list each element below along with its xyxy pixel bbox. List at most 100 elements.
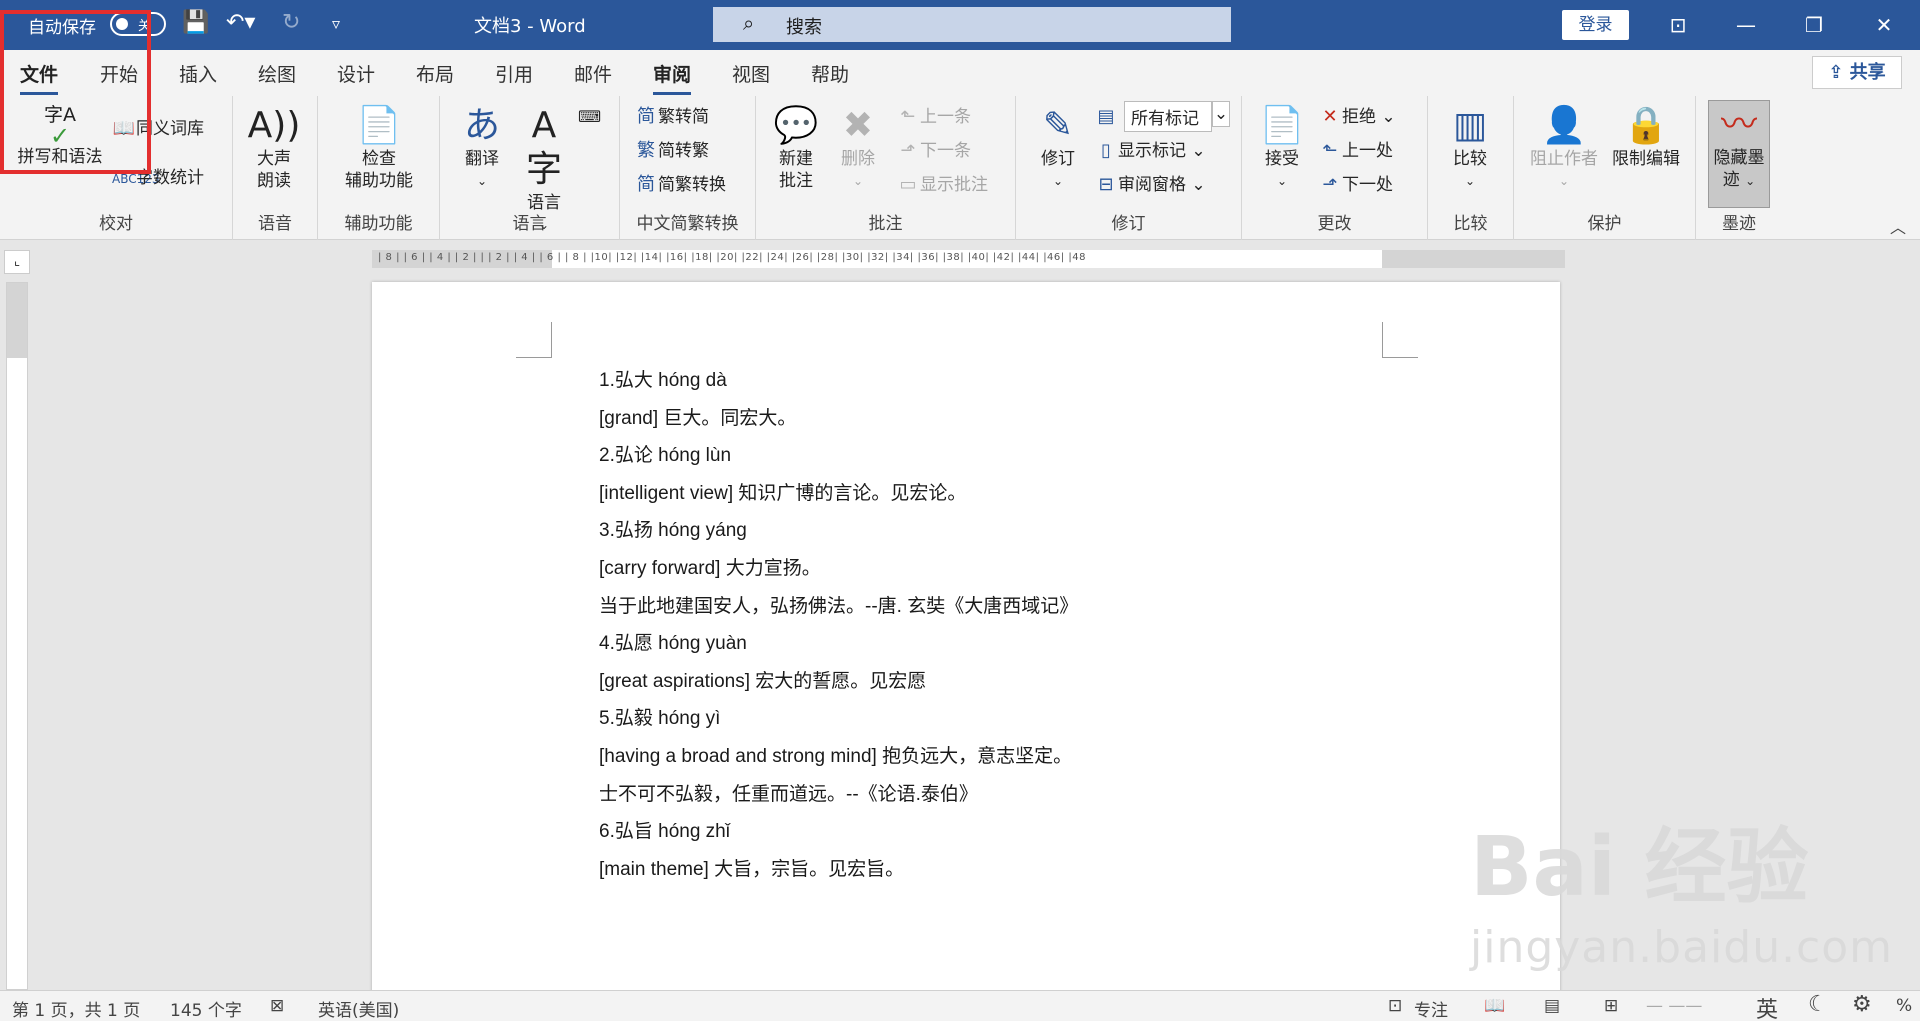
tab-design[interactable]: 设计: [337, 60, 375, 87]
language-status[interactable]: 英语(美国): [318, 996, 399, 1021]
read-aloud-button[interactable]: A)) 大声 朗读: [239, 104, 309, 192]
tab-draw[interactable]: 绘图: [258, 60, 296, 87]
group-chinese-conversion: 简繁转简 繁简转繁 简简繁转换 中文简繁转换: [620, 96, 756, 240]
reject-label: 拒绝: [1342, 107, 1376, 127]
hide-ink-button[interactable]: 〰 隐藏墨 迹 ⌄: [1708, 100, 1770, 208]
close-icon[interactable]: ✕: [1860, 8, 1908, 42]
zoom-percent[interactable]: %: [1896, 996, 1912, 1016]
chinese-convert-button[interactable]: 简简繁转换: [634, 174, 726, 196]
tab-home[interactable]: 开始: [100, 60, 138, 87]
show-comments-button[interactable]: ▭ 显示批注: [896, 174, 988, 196]
doc-line[interactable]: [great aspirations] 宏大的誓愿。见宏愿: [599, 663, 1078, 701]
group-language: あ 翻译 ⌄ A字 语言 ⌄ ⌨ 语言: [440, 96, 620, 240]
doc-line[interactable]: 2.弘论 hóng lùn: [599, 437, 1078, 475]
review-pane-icon: ⊟: [1098, 174, 1114, 195]
spell-check-button[interactable]: 字A ✓ 拼写和语法: [10, 104, 110, 168]
proofing-status-icon[interactable]: ⊠: [270, 996, 284, 1016]
tab-layout[interactable]: 布局: [416, 60, 454, 87]
convert-label: 简繁转换: [658, 175, 726, 195]
corner-mark-top-left: [516, 322, 552, 358]
customize-qat-icon[interactable]: ▿: [332, 14, 340, 33]
doc-line[interactable]: 士不可不弘毅，任重而道远。--《论语.泰伯》: [599, 776, 1078, 814]
doc-line[interactable]: 当于此地建国安人，弘扬佛法。--唐. 玄奘《大唐西域记》: [599, 588, 1078, 626]
autosave-toggle[interactable]: 关: [110, 12, 166, 36]
watermark-url: jingyan.baidu.com: [1470, 922, 1894, 973]
markup-select-arrow[interactable]: ⌄: [1212, 101, 1230, 127]
new-comment-button[interactable]: 💬 新建 批注: [766, 104, 826, 192]
document-body[interactable]: 1.弘大 hóng dà [grand] 巨大。同宏大。 2.弘论 hóng l…: [599, 362, 1078, 888]
block-authors-button[interactable]: 👤 阻止作者 ⌄: [1526, 104, 1602, 192]
doc-line[interactable]: 6.弘旨 hóng zhǐ: [599, 813, 1078, 851]
save-icon[interactable]: 💾: [182, 10, 209, 35]
checkmark-icon: ✓: [49, 122, 71, 150]
zoom-slider[interactable]: — ——: [1646, 996, 1702, 1016]
block-authors-label: 阻止作者: [1530, 149, 1598, 169]
minimize-icon[interactable]: —: [1722, 8, 1770, 42]
status-bar: 第 1 页，共 1 页 145 个字 ⊠ 英语(美国) ⊡ 专注 📖 ▤ ⊞ —…: [0, 990, 1920, 1021]
focus-mode-label[interactable]: 专注: [1414, 996, 1448, 1021]
search-box[interactable]: ⌕ 搜索: [713, 7, 1231, 42]
doc-line[interactable]: 1.弘大 hóng dà: [599, 362, 1078, 400]
thesaurus-button[interactable]: 📖同义词库: [112, 118, 204, 140]
doc-line[interactable]: [main theme] 大旨，宗旨。见宏旨。: [599, 851, 1078, 889]
accept-button[interactable]: 📄 接受 ⌄: [1252, 104, 1312, 192]
tab-mailings[interactable]: 邮件: [574, 60, 612, 87]
share-button[interactable]: ⇪ 共享: [1812, 56, 1902, 89]
doc-line[interactable]: [carry forward] 大力宣扬。: [599, 550, 1078, 588]
tab-review[interactable]: 审阅: [653, 60, 692, 95]
tab-references[interactable]: 引用: [495, 60, 533, 87]
markup-select[interactable]: 所有标记: [1124, 101, 1212, 132]
reject-button[interactable]: ✕ 拒绝 ⌄: [1318, 106, 1395, 128]
redo-icon[interactable]: ↻: [282, 10, 300, 35]
tab-help[interactable]: 帮助: [811, 60, 849, 87]
keyboard-icon[interactable]: ⌨: [578, 106, 601, 128]
vertical-ruler[interactable]: [6, 282, 28, 990]
doc-line[interactable]: [intelligent view] 知识广博的言论。见宏论。: [599, 475, 1078, 513]
simplified-to-traditional-button[interactable]: 繁简转繁: [634, 140, 709, 162]
focus-mode-icon[interactable]: ⊡: [1388, 996, 1402, 1016]
check-accessibility-button[interactable]: 📄 检查 辅助功能: [324, 104, 434, 192]
word-count-button[interactable]: ABC123字数统计: [112, 167, 204, 190]
compare-button[interactable]: ▥ 比较 ⌄: [1440, 104, 1500, 192]
delete-dropdown-icon: ⌄: [852, 174, 864, 188]
read-mode-icon[interactable]: 📖: [1484, 996, 1505, 1016]
word-count[interactable]: 145 个字: [170, 996, 242, 1021]
doc-line[interactable]: [grand] 巨大。同宏大。: [599, 400, 1078, 438]
restrict-editing-button[interactable]: 🔒 限制编辑: [1606, 104, 1686, 170]
track-changes-button[interactable]: ✎ 修订 ⌄: [1030, 104, 1086, 192]
doc-line[interactable]: 5.弘毅 hóng yì: [599, 700, 1078, 738]
document-title: 文档3 - Word: [474, 16, 586, 37]
horizontal-ruler[interactable]: | 8 | | 6 | | 4 | | 2 | | | 2 | | 4 | | …: [372, 250, 1565, 268]
settings-gear-icon[interactable]: ⚙: [1852, 992, 1872, 1017]
review-pane-button[interactable]: ⊟ 审阅窗格 ⌄: [1094, 174, 1205, 196]
tab-selector-icon[interactable]: ⌞: [4, 250, 30, 274]
delete-comment-button[interactable]: ✖ 删除 ⌄: [830, 104, 886, 192]
print-layout-icon[interactable]: ▤: [1544, 996, 1560, 1016]
group-tracking: ✎ 修订 ⌄ ▤ 所有标记 ⌄ ▯ 显示标记 ⌄ ⊟ 审阅窗格 ⌄ 修订: [1016, 96, 1242, 240]
ime-indicator[interactable]: 英: [1756, 992, 1778, 1021]
restore-icon[interactable]: ❐: [1790, 8, 1838, 42]
vertical-ruler-margin: [7, 283, 27, 358]
page-count[interactable]: 第 1 页，共 1 页: [12, 996, 140, 1021]
ribbon-display-icon[interactable]: ⊡: [1654, 8, 1702, 42]
traditional-to-simplified-button[interactable]: 简繁转简: [634, 106, 709, 128]
previous-comment-button[interactable]: ⬑ 上一条: [896, 106, 971, 128]
doc-line[interactable]: [having a broad and strong mind] 抱负远大，意志…: [599, 738, 1078, 776]
tab-view[interactable]: 视图: [732, 60, 770, 87]
document-page[interactable]: 1.弘大 hóng dà [grand] 巨大。同宏大。 2.弘论 hóng l…: [372, 282, 1560, 994]
doc-line[interactable]: 3.弘扬 hóng yáng: [599, 512, 1078, 550]
web-layout-icon[interactable]: ⊞: [1604, 996, 1618, 1016]
undo-icon[interactable]: ↶▾: [226, 10, 255, 35]
login-button[interactable]: 登录: [1562, 10, 1629, 40]
collapse-ribbon-icon[interactable]: ︿: [1890, 214, 1906, 238]
previous-change-button[interactable]: ⬑ 上一处: [1318, 140, 1393, 162]
night-mode-icon[interactable]: ☾: [1808, 992, 1828, 1017]
corner-mark-top-right: [1382, 322, 1418, 358]
tab-file[interactable]: 文件: [20, 60, 59, 95]
translate-button[interactable]: あ 翻译 ⌄: [454, 104, 510, 192]
tab-insert[interactable]: 插入: [179, 60, 217, 87]
show-markup-button[interactable]: ▯ 显示标记 ⌄: [1094, 140, 1206, 162]
next-comment-button[interactable]: ⬏ 下一条: [896, 140, 971, 162]
doc-line[interactable]: 4.弘愿 hóng yuàn: [599, 625, 1078, 663]
next-change-button[interactable]: ⬏ 下一处: [1318, 174, 1393, 196]
